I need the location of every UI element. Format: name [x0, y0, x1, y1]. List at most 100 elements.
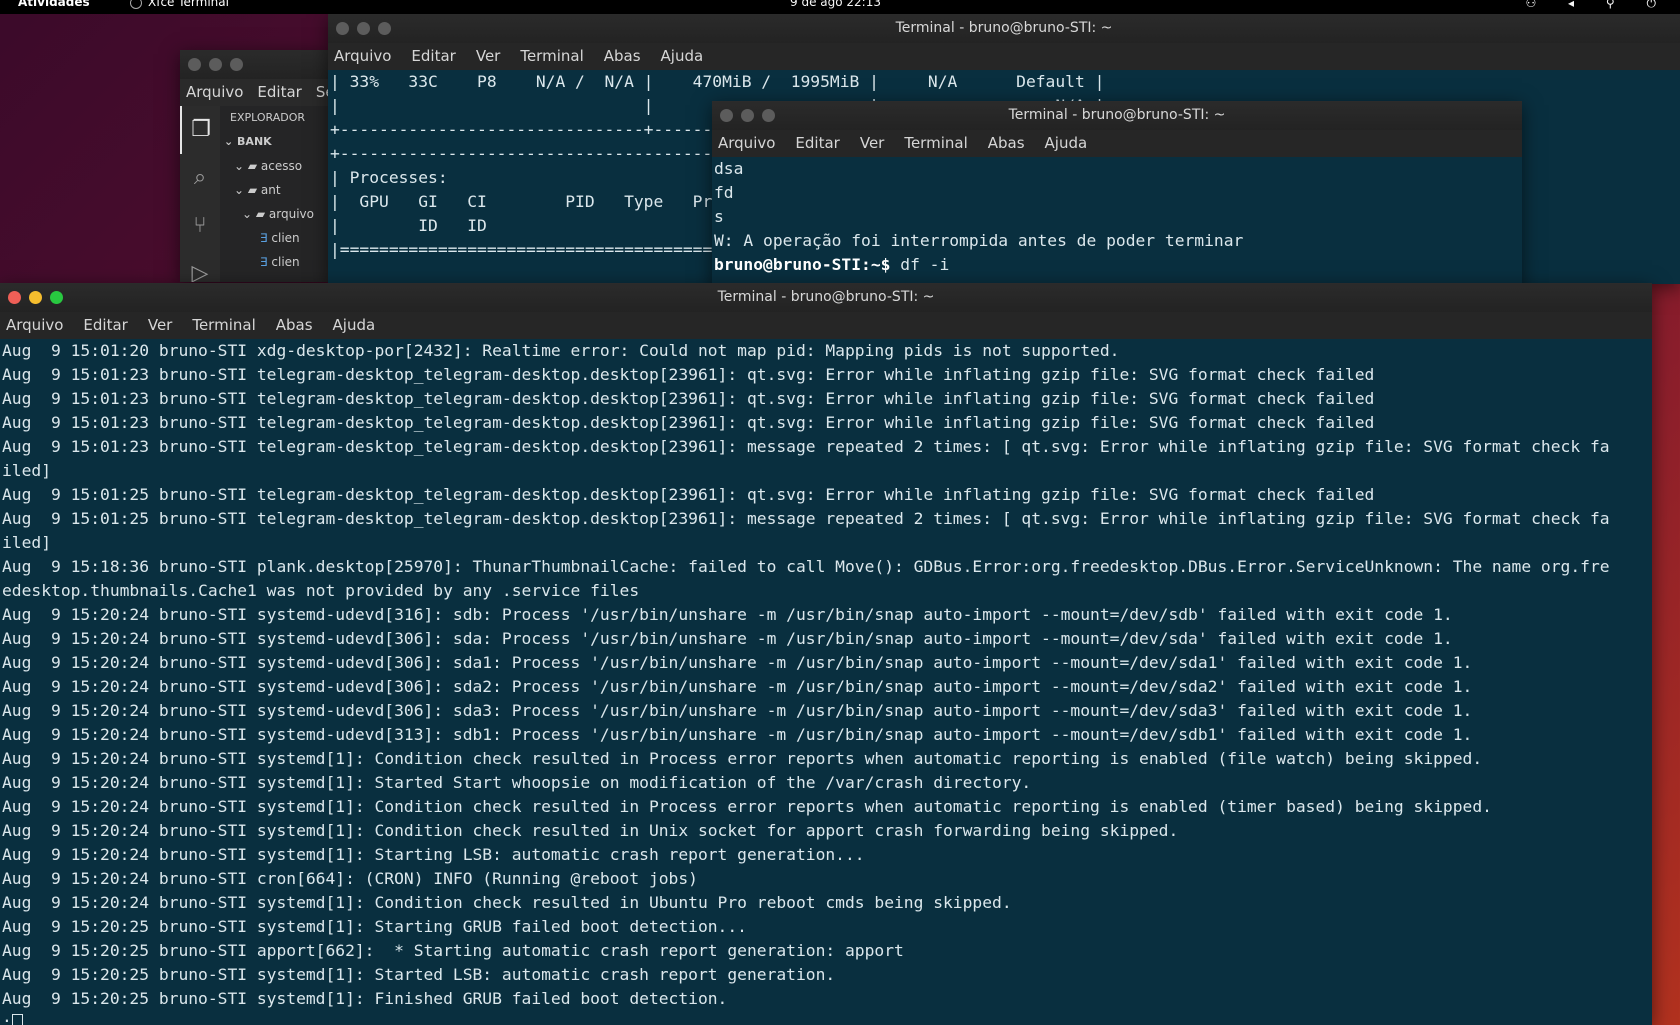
menu-editar[interactable]: Editar [83, 312, 127, 339]
prompt-user: bruno@bruno-STI [714, 255, 862, 274]
terminal-line: Aug 9 15:01:25 bruno-STI telegram-deskto… [2, 485, 1375, 504]
terminal-line: Aug 9 15:20:24 bruno-STI systemd-udevd[3… [2, 677, 1473, 696]
tree-file[interactable]: ∃ clien [220, 250, 330, 274]
terminal-line: Aug 9 15:20:24 bruno-STI systemd-udevd[3… [2, 701, 1473, 720]
window-controls [188, 58, 243, 71]
menu-abas[interactable]: Abas [604, 43, 641, 70]
close-button[interactable] [720, 109, 733, 122]
menu-terminal[interactable]: Terminal [904, 130, 967, 157]
terminal-titlebar[interactable]: Terminal - bruno@bruno-STI: ~ [328, 14, 1680, 43]
command-text: df -i [900, 255, 950, 274]
activity-bar: ❐ ⌕ ⑂ ▷ [180, 106, 220, 282]
menu-arquivo[interactable]: Arquivo [186, 79, 243, 106]
menu-terminal[interactable]: Terminal [520, 43, 583, 70]
terminal-line: Aug 9 15:01:20 bruno-STI xdg-desktop-por… [2, 341, 1120, 360]
activities-button[interactable]: Atividades [18, 0, 90, 9]
menu-terminal[interactable]: Terminal [192, 312, 255, 339]
vscode-titlebar[interactable] [180, 50, 330, 79]
run-icon[interactable]: ▷ [180, 250, 220, 282]
menu-editar[interactable]: Editar [795, 130, 839, 157]
tree-root[interactable]: ⌄ BANK [220, 130, 330, 154]
minimize-button[interactable] [741, 109, 754, 122]
active-app-indicator[interactable]: Xfce Terminal [130, 0, 229, 9]
terminal-line: Aug 9 15:20:24 bruno-STI systemd-udevd[3… [2, 653, 1473, 672]
terminal-menubar: Arquivo Editar Ver Terminal Abas Ajuda [328, 43, 1680, 70]
window-controls [720, 109, 775, 122]
terminal-line: Aug 9 15:20:25 bruno-STI systemd[1]: Fin… [2, 989, 728, 1008]
terminal-line: Aug 9 15:01:23 bruno-STI telegram-deskto… [2, 365, 1375, 384]
vscode-menubar: Arquivo Editar Sel [180, 79, 330, 106]
window-title: Terminal - bruno@bruno-STI: ~ [895, 20, 1113, 36]
terminal-line: W: A operação foi interrompida antes de … [714, 231, 1244, 250]
explorer-sidebar: EXPLORADOR ⌄ BANK ⌄ ▰ acesso ⌄ ▰ ant ⌄ ▰… [220, 106, 330, 282]
terminal-line: Aug 9 15:20:24 bruno-STI systemd[1]: Con… [2, 749, 1483, 768]
menu-editar[interactable]: Editar [411, 43, 455, 70]
tree-folder-acesso[interactable]: ⌄ ▰ acesso [220, 154, 330, 178]
window-controls [336, 22, 391, 35]
terminal-window-main: Terminal - bruno@bruno-STI: ~ Arquivo Ed… [0, 283, 1652, 1025]
terminal-line: Aug 9 15:20:24 bruno-STI systemd-udevd[3… [2, 725, 1473, 744]
terminal-line: Aug 9 15:20:25 bruno-STI systemd[1]: Sta… [2, 917, 747, 936]
window-title: Terminal - bruno@bruno-STI: ~ [717, 289, 935, 305]
terminal-line: Aug 9 15:01:23 bruno-STI telegram-deskto… [2, 437, 1610, 456]
terminal-line: Aug 9 15:20:24 bruno-STI systemd[1]: Con… [2, 893, 1012, 912]
maximize-button[interactable] [762, 109, 775, 122]
menu-ajuda[interactable]: Ajuda [1045, 130, 1088, 157]
tree-folder-arquivo[interactable]: ⌄ ▰ arquivo [220, 202, 330, 226]
terminal-line: | 33% 33C P8 N/A / N/A | 470MiB / 1995Mi… [330, 72, 1105, 91]
terminal-titlebar[interactable]: Terminal - bruno@bruno-STI: ~ [0, 283, 1652, 312]
menu-abas[interactable]: Abas [276, 312, 313, 339]
terminal-line: s [714, 207, 724, 226]
terminal-output[interactable]: dsa fd s W: A operação foi interrompida ant… [712, 157, 1522, 291]
minimize-button[interactable] [357, 22, 370, 35]
terminal-line: Aug 9 15:20:24 bruno-STI systemd[1]: Con… [2, 797, 1492, 816]
terminal-menubar: Arquivo Editar Ver Terminal Abas Ajuda [712, 130, 1522, 157]
window-title: Terminal - bruno@bruno-STI: ~ [1008, 107, 1226, 123]
terminal-line: Aug 9 15:20:24 bruno-STI cron[664]: (CRO… [2, 869, 698, 888]
tree-file[interactable]: ∃ clien [220, 226, 330, 250]
menu-ver[interactable]: Ver [860, 130, 885, 157]
explorer-title: EXPLORADOR [230, 111, 306, 124]
terminal-menubar: Arquivo Editar Ver Terminal Abas Ajuda [0, 312, 1652, 339]
clock[interactable]: 9 de ago 22:13 [790, 0, 881, 9]
files-icon[interactable]: ❐ [180, 106, 220, 154]
pager-prompt-line[interactable]: : [2, 1011, 1652, 1025]
terminal-line: Aug 9 15:01:25 bruno-STI telegram-deskto… [2, 509, 1610, 528]
terminal-titlebar[interactable]: Terminal - bruno@bruno-STI: ~ [712, 101, 1522, 130]
menu-ver[interactable]: Ver [476, 43, 501, 70]
terminal-window-second: Terminal - bruno@bruno-STI: ~ Arquivo Ed… [712, 101, 1522, 291]
menu-arquivo[interactable]: Arquivo [718, 130, 775, 157]
search-icon[interactable]: ⌕ [180, 154, 220, 202]
close-button[interactable] [336, 22, 349, 35]
menu-arquivo[interactable]: Arquivo [6, 312, 63, 339]
terminal-line: edesktop.thumbnails.Cache1 was not provi… [2, 581, 640, 600]
menu-abas[interactable]: Abas [988, 130, 1025, 157]
tree-folder-ant[interactable]: ⌄ ▰ ant [220, 178, 330, 202]
terminal-line: dsa [714, 159, 744, 178]
vscode-window: Arquivo Editar Sel ❐ ⌕ ⑂ ▷ EXPLORADOR ⌄ … [180, 50, 330, 282]
maximize-button[interactable] [378, 22, 391, 35]
active-app-label: Xfce Terminal [148, 0, 229, 9]
menu-editar[interactable]: Editar [257, 79, 301, 106]
source-control-icon[interactable]: ⑂ [180, 202, 220, 250]
close-button[interactable] [8, 291, 21, 304]
menu-ajuda[interactable]: Ajuda [661, 43, 704, 70]
menu-ajuda[interactable]: Ajuda [333, 312, 376, 339]
minimize-button[interactable] [209, 58, 222, 71]
terminal-line: iled] [2, 533, 52, 552]
terminal-line: Aug 9 15:18:36 bruno-STI plank.desktop[2… [2, 557, 1610, 576]
maximize-button[interactable] [50, 291, 63, 304]
terminal-line: Aug 9 15:20:24 bruno-STI systemd-udevd[3… [2, 629, 1453, 648]
close-button[interactable] [188, 58, 201, 71]
terminal-line: Aug 9 15:01:23 bruno-STI telegram-deskto… [2, 389, 1375, 408]
terminal-line: fd [714, 183, 734, 202]
maximize-button[interactable] [230, 58, 243, 71]
system-tray[interactable]: ⚇ ◂ ⚲ ⏻ [1525, 0, 1670, 10]
minimize-button[interactable] [29, 291, 42, 304]
menu-arquivo[interactable]: Arquivo [334, 43, 391, 70]
terminal-output[interactable]: Aug 9 15:01:20 bruno-STI xdg-desktop-por… [0, 339, 1652, 1025]
prompt-line: bruno@bruno-STI:~$ df -i [714, 253, 1522, 277]
terminal-line: Aug 9 15:01:23 bruno-STI telegram-deskto… [2, 413, 1375, 432]
menu-ver[interactable]: Ver [148, 312, 173, 339]
terminal-line: Aug 9 15:20:24 bruno-STI systemd[1]: Sta… [2, 845, 865, 864]
